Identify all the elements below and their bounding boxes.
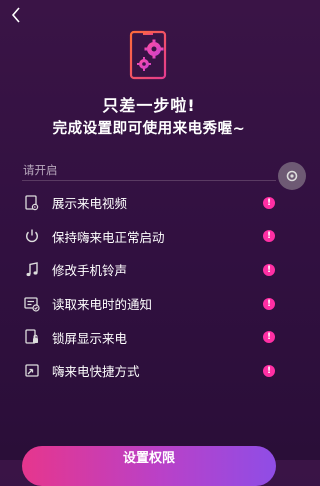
permission-item-lockscreen[interactable]: 锁屏显示来电 ! [0,320,298,354]
back-button[interactable] [6,4,26,26]
permission-item-ringtone[interactable]: 修改手机铃声 ! [0,253,298,287]
permission-label: 修改手机铃声 [52,263,128,279]
divider [22,180,276,181]
warning-icon: ! [263,196,275,209]
shortcut-icon [24,363,40,379]
permission-label: 嗨来电快捷方式 [52,364,140,380]
permission-label: 锁屏显示来电 [52,330,128,346]
permission-label: 展示来电视频 [52,196,128,212]
gear-icon [286,170,298,182]
permission-item-video[interactable]: 展示来电视频 ! [0,186,298,220]
warning-icon: ! [263,297,275,310]
notification-check-icon [24,296,40,312]
power-icon [24,228,40,244]
section-label: 请开启 [23,163,58,177]
set-permissions-button[interactable]: 设置权限 [22,446,276,486]
video-file-icon [24,195,40,211]
page-subtitle: 完成设置即可使用来电秀喔~ [52,121,246,137]
permission-item-shortcut[interactable]: 嗨来电快捷方式 ! [0,354,298,388]
warning-icon: ! [263,230,275,243]
music-note-icon [24,262,40,278]
phone-gears-icon [129,30,169,80]
lock-screen-icon [24,329,40,345]
page-title: 只差一步啦! [102,96,196,115]
permission-label: 读取来电时的通知 [52,297,153,313]
warning-icon: ! [263,263,275,276]
warning-icon: ! [263,364,275,377]
permission-item-notification[interactable]: 读取来电时的通知 ! [0,287,298,321]
chevron-left-icon [11,7,20,23]
permission-list: 展示来电视频 ! 保持嗨来电正常启动 ! 修改手机铃声 ! 读取来电时的通知 !… [0,186,298,388]
warning-icon: ! [263,331,275,344]
permission-label: 保持嗨来电正常启动 [52,229,165,245]
permission-item-autostart[interactable]: 保持嗨来电正常启动 ! [0,220,298,254]
